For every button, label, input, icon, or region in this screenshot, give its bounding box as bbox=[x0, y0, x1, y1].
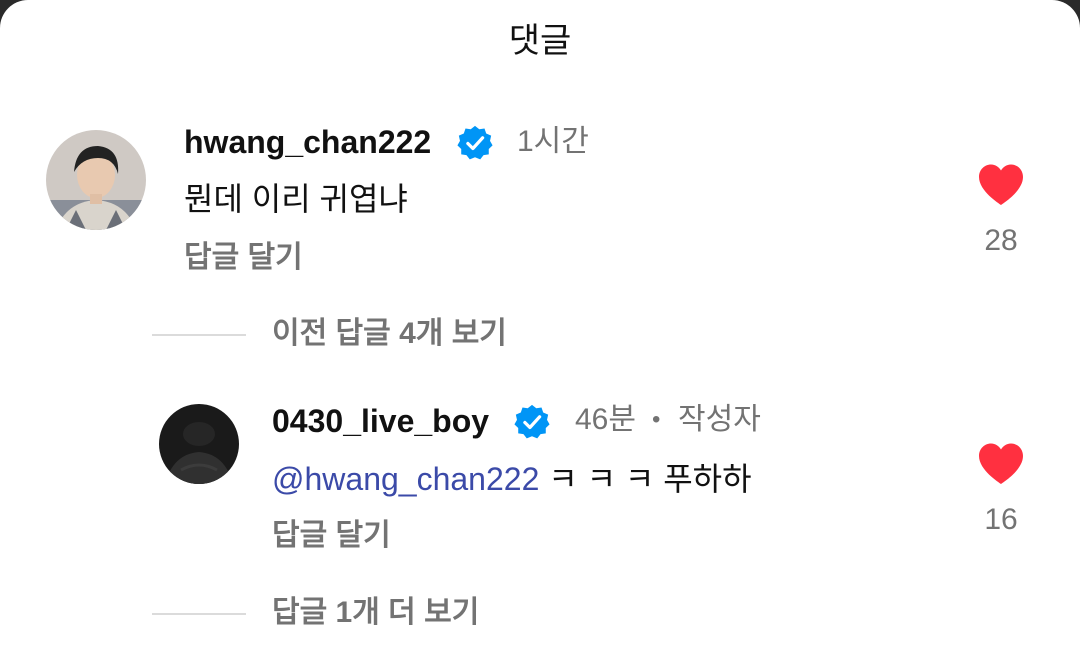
reply-button[interactable]: 답글 달기 bbox=[272, 516, 391, 556]
reply-like-count: 16 bbox=[984, 503, 1018, 536]
reply-body: ㅋ ㅋ ㅋ 푸하하 bbox=[548, 461, 752, 497]
comment-username[interactable]: hwang_chan222 bbox=[184, 122, 431, 162]
view-more-replies-button[interactable]: 답글 1개 더 보기 bbox=[272, 593, 479, 633]
replies-divider bbox=[152, 334, 246, 336]
sheet-title: 댓글 bbox=[508, 22, 572, 60]
comment-text: 뭔데 이리 귀엽냐 bbox=[184, 181, 408, 217]
reply-button[interactable]: 답글 달기 bbox=[184, 238, 303, 278]
heart-icon[interactable] bbox=[977, 163, 1025, 207]
verified-badge-icon bbox=[457, 125, 493, 160]
view-previous-replies-button[interactable]: 이전 답글 4개 보기 bbox=[272, 314, 507, 354]
reply-username[interactable]: 0430_live_boy bbox=[272, 401, 489, 441]
mention-link[interactable]: @hwang_chan222 bbox=[272, 461, 539, 497]
comment-like-count: 28 bbox=[984, 224, 1018, 257]
verified-badge-icon bbox=[514, 404, 550, 439]
dot-separator: • bbox=[652, 406, 661, 433]
comments-sheet: 댓글 hwang_chan222 1시간 뭔데 이리 귀엽냐 답글 달기 28 … bbox=[0, 0, 1080, 661]
replies-divider bbox=[152, 613, 246, 615]
author-badge: 작성자 bbox=[678, 403, 761, 436]
reply-text: @hwang_chan222 ㅋ ㅋ ㅋ 푸하하 bbox=[272, 458, 752, 500]
reply-timestamp: 46분 bbox=[575, 403, 636, 436]
reply-avatar[interactable] bbox=[159, 404, 239, 484]
avatar[interactable] bbox=[46, 130, 146, 230]
comment-timestamp: 1시간 bbox=[517, 125, 589, 158]
heart-icon[interactable] bbox=[977, 442, 1025, 486]
